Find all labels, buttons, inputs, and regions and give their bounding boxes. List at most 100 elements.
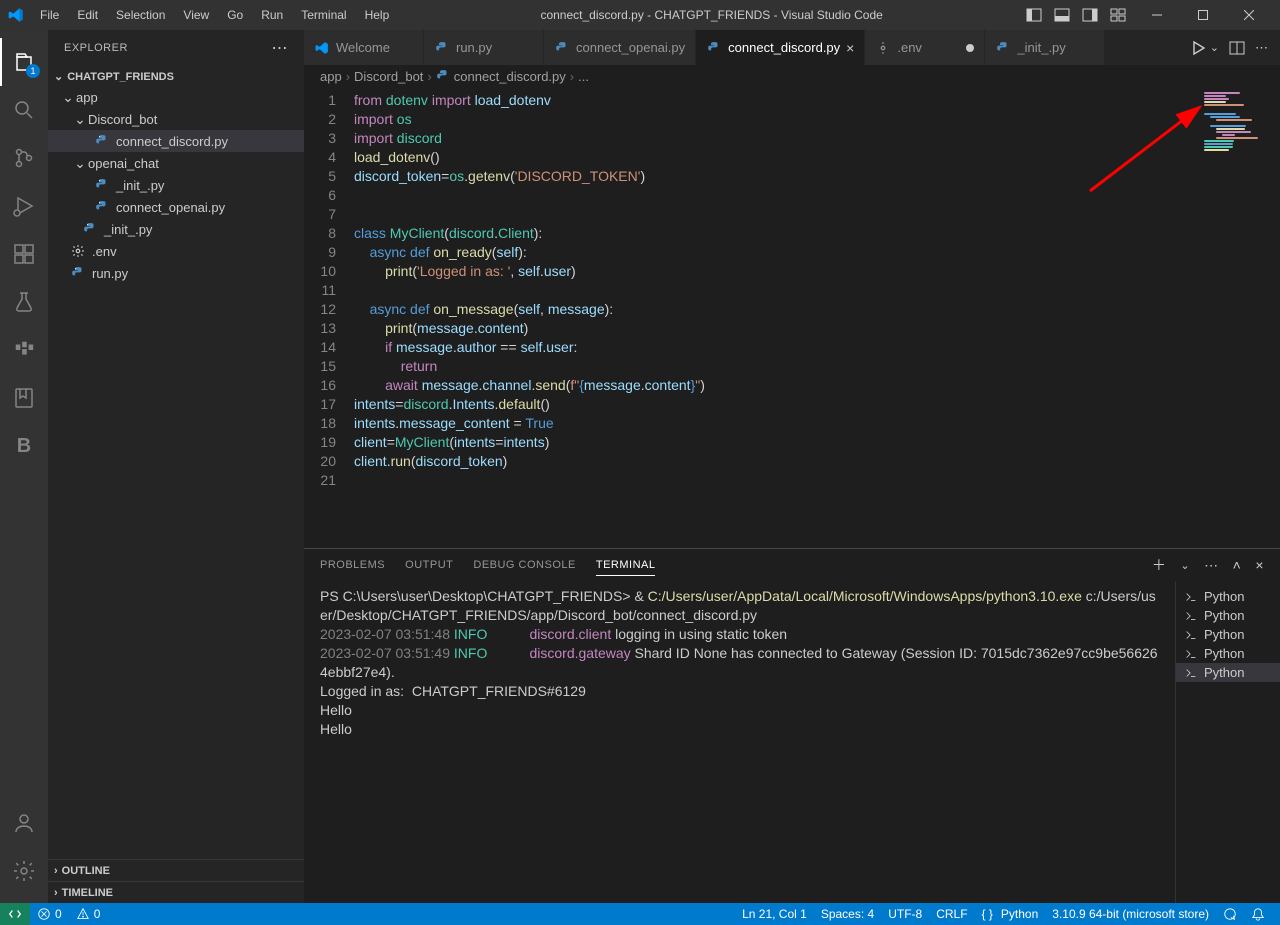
tab-connect-openai[interactable]: connect_openai.py (544, 30, 696, 65)
title-bar: File Edit Selection View Go Run Terminal… (0, 0, 1280, 30)
explorer-sidebar: EXPLORER ⋯ ⌄CHATGPT_FRIENDS ⌄app ⌄Discor… (48, 30, 304, 903)
terminal-session[interactable]: Python (1176, 587, 1280, 606)
new-terminal-icon[interactable]: ＋ (1152, 555, 1167, 575)
breadcrumb-segment[interactable]: ... (578, 69, 589, 84)
search-icon[interactable] (0, 86, 48, 134)
activity-bar: 1 B (0, 30, 48, 903)
menu-go[interactable]: Go (219, 4, 251, 26)
panel-tab-terminal[interactable]: TERMINAL (596, 555, 656, 576)
layout-customize-icon[interactable] (1110, 7, 1126, 23)
bold-icon[interactable]: B (0, 422, 48, 470)
status-feedback-icon[interactable] (1216, 907, 1244, 921)
breadcrumb-segment[interactable]: app (320, 69, 342, 84)
panel-tabs: PROBLEMS OUTPUT DEBUG CONSOLE TERMINAL ＋… (304, 549, 1280, 581)
file-run[interactable]: run.py (48, 262, 304, 284)
terminal-output[interactable]: PS C:\Users\user\Desktop\CHATGPT_FRIENDS… (304, 581, 1175, 903)
menu-help[interactable]: Help (357, 4, 398, 26)
timeline-section[interactable]: ›TIMELINE (48, 881, 304, 903)
window-close-button[interactable] (1226, 0, 1272, 30)
menu-selection[interactable]: Selection (108, 4, 173, 26)
folder-openai-chat[interactable]: ⌄openai_chat (48, 152, 304, 174)
status-language[interactable]: { }Python (975, 907, 1046, 921)
panel-maximize-icon[interactable]: ˄ (1233, 557, 1242, 573)
code-editor[interactable]: 123456789101112131415161718192021 from d… (304, 87, 1200, 548)
editor-more-icon[interactable]: ⋯ (1255, 40, 1268, 56)
window-title: connect_discord.py - CHATGPT_FRIENDS - V… (397, 8, 1026, 22)
panel-close-icon[interactable]: × (1255, 557, 1264, 573)
extensions-icon[interactable] (0, 230, 48, 278)
status-ln-col[interactable]: Ln 21, Col 1 (735, 907, 814, 921)
panel-tab-debug[interactable]: DEBUG CONSOLE (473, 555, 575, 575)
file-connect-openai[interactable]: connect_openai.py (48, 196, 304, 218)
status-encoding[interactable]: UTF-8 (881, 907, 929, 921)
terraform-icon[interactable] (0, 326, 48, 374)
editor-tabs: Welcome run.py connect_openai.py connect… (304, 30, 1280, 65)
tab-close-icon[interactable]: × (846, 40, 854, 56)
terminal-split-dropdown-icon[interactable]: ⌄ (1180, 559, 1190, 572)
vscode-logo-icon (8, 7, 24, 23)
layout-toggle-left-icon[interactable] (1026, 7, 1042, 23)
app-menu: File Edit Selection View Go Run Terminal… (32, 4, 397, 26)
terminal-session[interactable]: Python (1176, 644, 1280, 663)
menu-terminal[interactable]: Terminal (293, 4, 354, 26)
file-init-2[interactable]: _init_.py (48, 218, 304, 240)
sidebar-more-icon[interactable]: ⋯ (272, 38, 289, 58)
tab-run-py[interactable]: run.py (424, 30, 544, 65)
window-minimize-button[interactable] (1134, 0, 1180, 30)
breadcrumb[interactable]: app› Discord_bot› connect_discord.py› ..… (304, 65, 1280, 87)
panel-tab-output[interactable]: OUTPUT (405, 555, 453, 575)
window-maximize-button[interactable] (1180, 0, 1226, 30)
line-gutter: 123456789101112131415161718192021 (304, 91, 354, 548)
explorer-badge: 1 (26, 64, 40, 78)
status-eol[interactable]: CRLF (929, 907, 974, 921)
bookmarks-icon[interactable] (0, 374, 48, 422)
run-file-button[interactable] (1190, 40, 1206, 56)
tab-welcome[interactable]: Welcome (304, 30, 424, 65)
breadcrumb-segment[interactable]: Discord_bot (354, 69, 423, 84)
status-bell-icon[interactable] (1244, 907, 1272, 921)
menu-edit[interactable]: Edit (69, 4, 106, 26)
folder-discord-bot[interactable]: ⌄Discord_bot (48, 108, 304, 130)
terminal-session[interactable]: Python (1176, 663, 1280, 682)
sidebar-header: EXPLORER ⋯ (48, 30, 304, 65)
remote-indicator[interactable] (0, 903, 30, 925)
tab-env[interactable]: .env (865, 30, 985, 65)
split-editor-icon[interactable] (1229, 40, 1245, 56)
explorer-icon[interactable]: 1 (0, 38, 48, 86)
menu-file[interactable]: File (32, 4, 67, 26)
project-root[interactable]: ⌄CHATGPT_FRIENDS (48, 67, 304, 86)
status-errors[interactable]: 0 (30, 907, 69, 921)
layout-toggle-right-icon[interactable] (1082, 7, 1098, 23)
terminal-sessions: Python Python Python Python Python (1175, 581, 1280, 903)
folder-app[interactable]: ⌄app (48, 86, 304, 108)
terminal-session[interactable]: Python (1176, 606, 1280, 625)
run-debug-icon[interactable] (0, 182, 48, 230)
outline-section[interactable]: ›OUTLINE (48, 859, 304, 881)
status-bar: 0 0 Ln 21, Col 1 Spaces: 4 UTF-8 CRLF { … (0, 903, 1280, 925)
panel-more-icon[interactable]: ⋯ (1204, 557, 1219, 574)
menu-run[interactable]: Run (253, 4, 291, 26)
minimap[interactable] (1200, 87, 1280, 548)
file-env[interactable]: .env (48, 240, 304, 262)
layout-toggle-bottom-icon[interactable] (1054, 7, 1070, 23)
menu-view[interactable]: View (175, 4, 217, 26)
file-connect-discord[interactable]: connect_discord.py (48, 130, 304, 152)
bottom-panel: PROBLEMS OUTPUT DEBUG CONSOLE TERMINAL ＋… (304, 548, 1280, 903)
status-warnings[interactable]: 0 (69, 907, 108, 921)
tab-connect-discord[interactable]: connect_discord.py× (696, 30, 865, 65)
terminal-session[interactable]: Python (1176, 625, 1280, 644)
code-content[interactable]: from dotenv import load_dotenv import os… (354, 91, 1200, 548)
editor-area: Welcome run.py connect_openai.py connect… (304, 30, 1280, 903)
sidebar-title: EXPLORER (64, 42, 128, 54)
panel-tab-problems[interactable]: PROBLEMS (320, 555, 385, 575)
source-control-icon[interactable] (0, 134, 48, 182)
status-spaces[interactable]: Spaces: 4 (814, 907, 881, 921)
settings-gear-icon[interactable] (0, 847, 48, 895)
accounts-icon[interactable] (0, 799, 48, 847)
tab-init[interactable]: _init_.py (985, 30, 1105, 65)
breadcrumb-segment[interactable]: connect_discord.py (454, 69, 566, 84)
testing-icon[interactable] (0, 278, 48, 326)
status-interpreter[interactable]: 3.10.9 64-bit (microsoft store) (1045, 907, 1216, 921)
run-dropdown-icon[interactable]: ⌄ (1210, 41, 1219, 54)
file-init-1[interactable]: _init_.py (48, 174, 304, 196)
